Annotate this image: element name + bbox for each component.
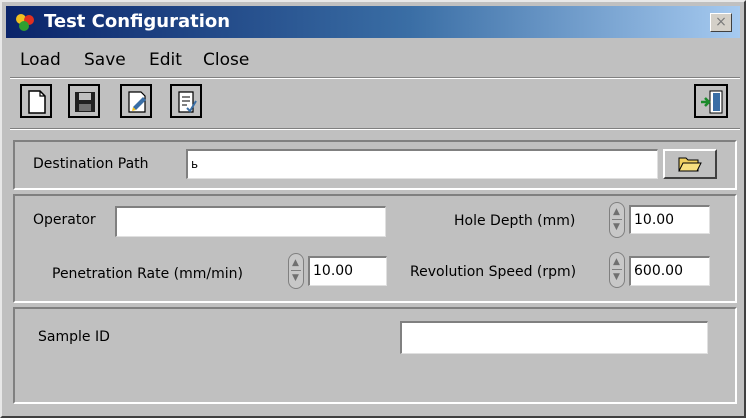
save-disk-icon: [75, 92, 95, 112]
revolution-speed-label: Revolution Speed (rpm): [410, 264, 577, 280]
penetration-rate-value: 10.00: [313, 263, 354, 279]
folder-open-icon: [678, 157, 702, 172]
spin-down-icon: ▼: [613, 222, 620, 232]
window-title: Test Configuration: [44, 11, 231, 32]
check-button[interactable]: [170, 84, 202, 118]
app-icon: [16, 14, 34, 31]
spin-up-icon: ▲: [613, 207, 620, 217]
edit-button[interactable]: [120, 84, 152, 118]
close-button[interactable]: ×: [710, 13, 732, 32]
destination-path-field[interactable]: ь: [186, 149, 658, 179]
sample-id-label: Sample ID: [38, 329, 110, 345]
menu-save[interactable]: Save: [84, 50, 126, 70]
menu-edit[interactable]: Edit: [149, 50, 182, 70]
save-button[interactable]: [68, 84, 100, 118]
sample-id-field[interactable]: [400, 321, 708, 354]
penetration-rate-field[interactable]: 10.00: [308, 256, 387, 286]
path-prefix-icon: ь: [191, 157, 199, 171]
spin-up-icon: ▲: [613, 257, 620, 267]
exit-button[interactable]: [694, 84, 728, 118]
spin-down-icon: ▼: [613, 272, 620, 282]
title-bar: Test Configuration ×: [6, 6, 740, 38]
new-button[interactable]: [20, 84, 52, 118]
spin-down-icon: ▼: [292, 273, 299, 283]
toolbar-divider-top: [10, 77, 740, 79]
window: Test Configuration × Load Save Edit Clos…: [0, 0, 746, 418]
hole-depth-spinner[interactable]: ▲ ▼: [609, 202, 625, 238]
operator-label: Operator: [33, 212, 96, 228]
check-document-icon: [178, 91, 197, 113]
operator-field[interactable]: [115, 206, 386, 237]
browse-button[interactable]: [663, 149, 717, 179]
revolution-speed-value: 600.00: [634, 263, 683, 279]
hole-depth-value: 10.00: [634, 212, 675, 228]
edit-document-icon: [128, 91, 146, 113]
hole-depth-field[interactable]: 10.00: [629, 205, 710, 234]
penetration-rate-spinner[interactable]: ▲ ▼: [288, 253, 304, 289]
exit-door-icon: [701, 90, 723, 114]
hole-depth-label: Hole Depth (mm): [454, 213, 576, 229]
spin-up-icon: ▲: [292, 258, 299, 268]
penetration-rate-label: Penetration Rate (mm/min): [52, 266, 244, 282]
menu-load[interactable]: Load: [20, 50, 61, 70]
menu-close[interactable]: Close: [203, 50, 249, 70]
close-icon: ×: [715, 14, 727, 30]
toolbar-divider-bottom: [10, 128, 740, 130]
revolution-speed-spinner[interactable]: ▲ ▼: [609, 252, 625, 288]
new-document-icon: [28, 90, 46, 114]
destination-path-label: Destination Path: [33, 156, 149, 172]
revolution-speed-field[interactable]: 600.00: [629, 256, 710, 286]
